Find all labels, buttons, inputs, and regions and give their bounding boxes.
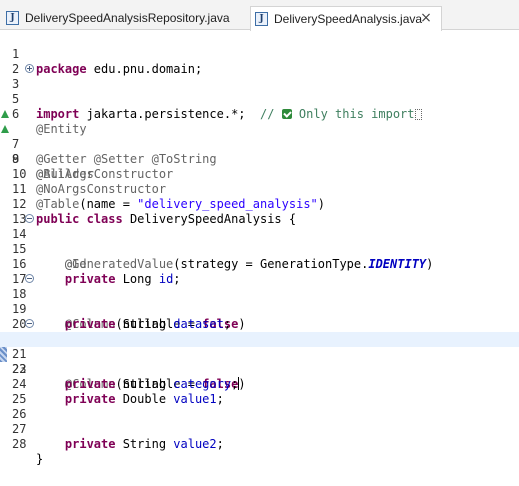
close-icon[interactable]: × (419, 11, 433, 25)
code-editor[interactable]: 1 package edu.pnu.domain; 2 3 import jak… (0, 30, 519, 486)
code-line: 12 public class DeliverySpeedAnalysis { (0, 182, 519, 226)
code-line: 14 @Id (0, 212, 519, 271)
collapse-fold-icon[interactable] (25, 274, 34, 283)
java-file-icon: J (6, 11, 19, 25)
code-line: 25 (0, 377, 519, 406)
code-line: 1 package edu.pnu.domain; (0, 32, 519, 76)
code-line: 3 import jakarta.persistence.*; // Only … (0, 62, 519, 121)
code-line: 26 (0, 392, 519, 421)
code-line: 8 @Builder (0, 122, 519, 181)
code-line: 13 (0, 197, 519, 226)
code-line: 10 @NoArgsConstructor (0, 152, 519, 196)
code-line: 6 @Entity (0, 92, 519, 136)
code-line: 9 @AllArgsConstructor (0, 137, 519, 181)
collapse-fold-icon[interactable] (25, 319, 34, 328)
code-line: 23 (0, 347, 519, 376)
code-line: 5 (0, 77, 519, 106)
code-line: 18 @Column(nullable = false) (0, 272, 519, 331)
java-file-icon: J (255, 12, 268, 26)
tab-label: DeliverySpeedAnalysisRepository.java (25, 11, 230, 25)
code-line: 24 private Double value1; (0, 362, 519, 406)
code-line: 17 (0, 257, 519, 286)
code-text: String (115, 437, 174, 451)
line-number: 28 (12, 437, 27, 451)
code-line: 28 } (0, 422, 519, 466)
code-line: 7 @Getter @Setter @ToString (0, 107, 519, 166)
code-line: 27 private String value2; (0, 407, 519, 451)
override-marker-icon[interactable] (1, 110, 9, 118)
expand-fold-icon[interactable] (25, 64, 34, 73)
tab-delivery-speed-analysis-repository[interactable]: J DeliverySpeedAnalysisRepository.java (0, 6, 244, 30)
tab-label: DeliverySpeedAnalysis.java (274, 12, 423, 26)
code-line: 15 @GeneratedValue(strategy = Generation… (0, 227, 519, 271)
code-line: 20 (0, 302, 519, 331)
code-text: ; (216, 437, 224, 451)
current-code-line: 22 private String category; (0, 332, 519, 391)
code-line: 16 private Long id; (0, 242, 519, 286)
keyword: private (64, 437, 116, 451)
tab-delivery-speed-analysis[interactable]: J DeliverySpeedAnalysis.java × (250, 6, 442, 31)
field-name: value2 (173, 437, 217, 451)
code-line: 21 @Column(nullable = false) (0, 317, 519, 391)
code-line: 11 @Table(name = "delivery_speed_analysi… (0, 167, 519, 211)
override-marker-icon[interactable] (1, 125, 9, 133)
code-line: 19 private String dataset; (0, 287, 519, 331)
closing-brace: } (36, 452, 44, 466)
collapse-fold-icon[interactable] (25, 214, 34, 223)
code-line: 2 (0, 47, 519, 76)
editor-tab-bar: J DeliverySpeedAnalysisRepository.java J… (0, 0, 519, 31)
